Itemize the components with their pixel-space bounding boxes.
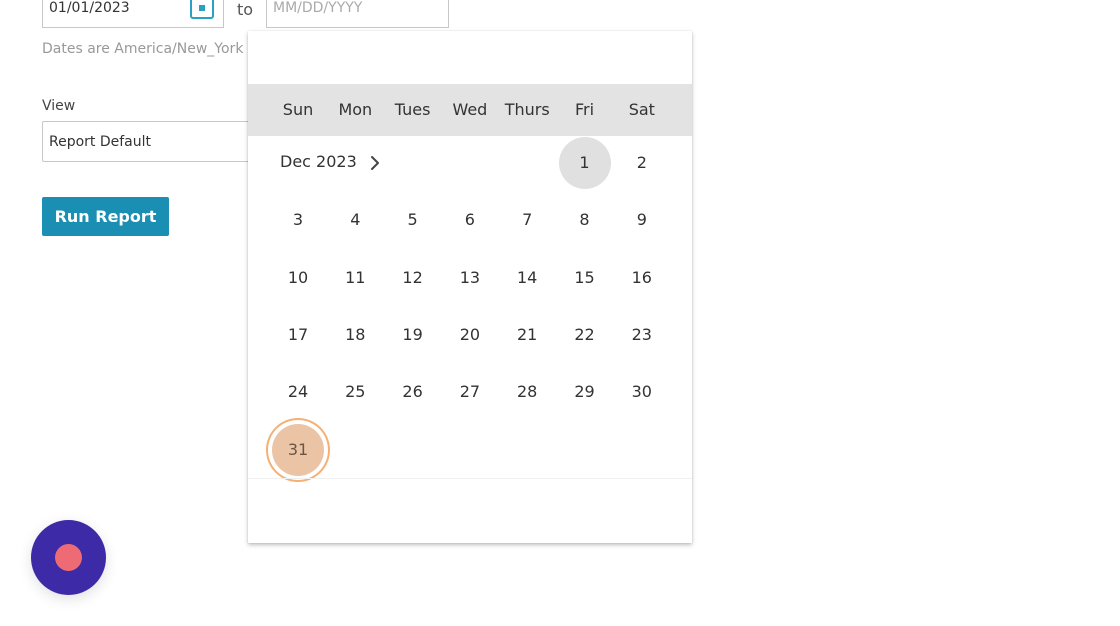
calendar-day[interactable]: 25 bbox=[329, 366, 381, 418]
calendar-day[interactable]: 5 bbox=[387, 194, 439, 246]
calendar-day[interactable]: 10 bbox=[272, 252, 324, 304]
record-button[interactable] bbox=[31, 520, 106, 595]
calendar-day[interactable]: 9 bbox=[616, 194, 668, 246]
calendar-day[interactable]: 7 bbox=[501, 194, 553, 246]
calendar-day[interactable]: 4 bbox=[329, 194, 381, 246]
weekday-wed: Wed bbox=[452, 100, 488, 119]
chevron-right-icon[interactable] bbox=[368, 154, 382, 172]
calendar-day[interactable]: 2 bbox=[616, 137, 668, 189]
run-report-button[interactable]: Run Report bbox=[42, 197, 169, 236]
calendar-day[interactable]: 1 bbox=[558, 137, 611, 189]
weekday-tues: Tues bbox=[394, 100, 431, 119]
calendar-day[interactable]: 3 bbox=[272, 194, 324, 246]
weekday-mon: Mon bbox=[338, 100, 373, 119]
calendar-day[interactable]: 6 bbox=[444, 194, 496, 246]
calendar-day[interactable]: 27 bbox=[444, 366, 496, 418]
calendar-day[interactable]: 20 bbox=[444, 309, 496, 361]
weekday-thurs: Thurs bbox=[504, 100, 550, 119]
calendar-day[interactable]: 31 bbox=[272, 423, 324, 476]
calendar-day[interactable]: 17 bbox=[272, 309, 324, 361]
divider bbox=[248, 478, 692, 479]
date-picker-popup: Sun Mon Tues Wed Thurs Fri Sat Dec 2023 123456… bbox=[248, 31, 692, 543]
record-icon bbox=[55, 544, 82, 571]
calendar-day[interactable]: 14 bbox=[501, 252, 553, 304]
end-date-input[interactable]: MM/DD/YYYY bbox=[266, 0, 449, 28]
calendar-day[interactable]: 26 bbox=[387, 366, 439, 418]
calendar-day[interactable]: 30 bbox=[616, 366, 668, 418]
calendar-icon[interactable] bbox=[190, 0, 214, 19]
calendar-day[interactable]: 29 bbox=[559, 366, 611, 418]
calendar-day[interactable]: 21 bbox=[501, 309, 553, 361]
calendar-day[interactable]: 28 bbox=[501, 366, 553, 418]
weekday-header: Sun Mon Tues Wed Thurs Fri Sat bbox=[248, 84, 692, 136]
weekday-fri: Fri bbox=[574, 100, 595, 119]
timezone-note: Dates are America/New_York bbox=[42, 41, 244, 57]
calendar-day[interactable]: 24 bbox=[272, 366, 324, 418]
calendar-day[interactable]: 13 bbox=[444, 252, 496, 304]
weekday-sun: Sun bbox=[282, 100, 314, 119]
calendar-day[interactable]: 16 bbox=[616, 252, 668, 304]
calendar-day[interactable]: 8 bbox=[559, 194, 611, 246]
calendar-day[interactable]: 19 bbox=[387, 309, 439, 361]
calendar-day[interactable]: 18 bbox=[329, 309, 381, 361]
view-label: View bbox=[42, 98, 76, 114]
calendar-day[interactable]: 15 bbox=[559, 252, 611, 304]
to-label: to bbox=[237, 0, 254, 19]
calendar-day[interactable]: 23 bbox=[616, 309, 668, 361]
weekday-sat: Sat bbox=[628, 100, 655, 119]
calendar-day[interactable]: 12 bbox=[387, 252, 439, 304]
calendar-day[interactable]: 22 bbox=[559, 309, 611, 361]
month-label: Dec 2023 bbox=[280, 152, 357, 171]
calendar-day[interactable]: 11 bbox=[329, 252, 381, 304]
